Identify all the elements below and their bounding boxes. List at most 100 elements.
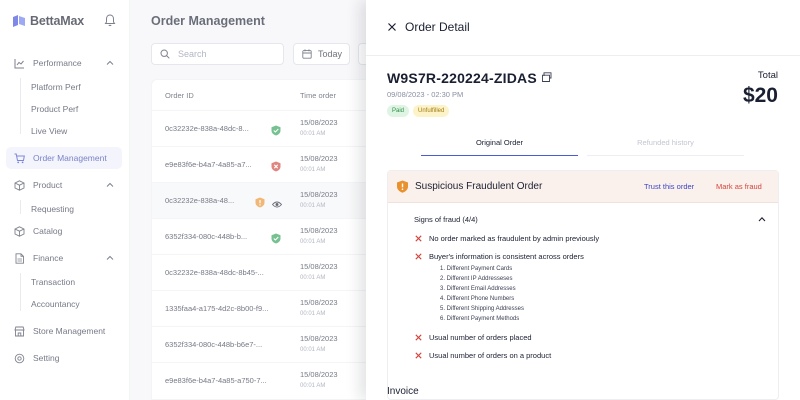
order-date-cell: 15/08/2023 bbox=[300, 298, 338, 307]
search-icon bbox=[160, 49, 170, 59]
gear-icon bbox=[14, 353, 25, 364]
sidebar-item-product-perf[interactable]: Product Perf bbox=[31, 104, 78, 114]
order-date-cell: 15/08/2023 bbox=[300, 154, 338, 163]
fraud-sign-text: Buyer's information is consistent across… bbox=[429, 252, 584, 261]
share-icon[interactable] bbox=[541, 71, 553, 83]
status-badge-unfulfilled: Unfulfilled bbox=[413, 105, 450, 117]
panel-title: Order Detail bbox=[405, 20, 470, 34]
trust-order-button[interactable]: Trust this order bbox=[644, 182, 694, 191]
order-time-cell: 00:01 AM bbox=[300, 275, 326, 281]
table-row[interactable]: e9e83f6e-b4a7-4a85-a7... 15/08/2023 00:01 … bbox=[152, 146, 366, 182]
order-date-cell: 15/08/2023 bbox=[300, 334, 338, 343]
search-input[interactable] bbox=[178, 49, 278, 59]
fraud-sign-text: Usual number of orders placed bbox=[429, 333, 532, 342]
orders-table: Order ID Time order 0c32232e-838a-48dc-8… bbox=[151, 79, 366, 400]
store-icon bbox=[14, 326, 25, 337]
table-row[interactable]: 0c32232e-838a-48... 15/08/2023 00:01 AM bbox=[152, 182, 366, 218]
sidebar: BettaMax Performance Platform Perf Produ… bbox=[0, 0, 130, 400]
total-label: Total bbox=[757, 70, 778, 81]
fraud-subitem: 3. Different Email Addresses bbox=[440, 286, 516, 292]
sidebar-item-catalog[interactable]: Catalog bbox=[6, 220, 122, 242]
search-box[interactable] bbox=[151, 43, 284, 65]
chevron-up-icon[interactable] bbox=[758, 216, 766, 222]
tree-line bbox=[20, 273, 21, 311]
column-header-time-order[interactable]: Time order bbox=[300, 80, 336, 110]
fraud-sign-text: No order marked as fraudulent by admin p… bbox=[429, 234, 600, 243]
fraud-subitem: 2. Different IP Addresseses bbox=[440, 276, 513, 282]
eye-icon[interactable] bbox=[271, 196, 283, 208]
table-row[interactable]: 6352f334-080c-448b-b... 15/08/2023 00:01 A… bbox=[152, 218, 366, 254]
fraud-subitem: 5. Different Shipping Addresses bbox=[440, 306, 524, 312]
sidebar-item-product[interactable]: Product bbox=[6, 174, 122, 196]
sidebar-item-store-management[interactable]: Store Management bbox=[6, 320, 122, 342]
order-date-cell: 15/08/2023 bbox=[300, 190, 338, 199]
order-time-cell: 00:01 AM bbox=[300, 203, 326, 209]
verified-shield-icon bbox=[271, 231, 281, 244]
tab-refunded-history[interactable]: Refunded history bbox=[587, 130, 744, 156]
sidebar-item-label: Catalog bbox=[33, 226, 63, 236]
document-icon bbox=[14, 252, 25, 264]
fraud-alert-card: Suspicious Fraudulent Order Trust this o… bbox=[387, 170, 779, 400]
table-row[interactable]: 6352f334-080c-448b-b6e7-... 15/08/2023 00:… bbox=[152, 326, 366, 362]
tree-line bbox=[20, 200, 21, 214]
warning-shield-icon bbox=[397, 180, 408, 193]
date-filter-label: Today bbox=[318, 49, 343, 59]
order-id-cell: 1335faa4-a175-4d2c-8b00-f9... bbox=[165, 304, 269, 313]
sidebar-item-platform-perf[interactable]: Platform Perf bbox=[31, 82, 81, 92]
order-time-cell: 00:01 AM bbox=[300, 131, 326, 137]
order-list-view: Order Management Today Order ID Time ord… bbox=[131, 0, 378, 400]
sidebar-item-transaction[interactable]: Transaction bbox=[31, 277, 75, 287]
order-id-cell: 0c32232e-838a-48... bbox=[165, 196, 235, 205]
verified-shield-icon bbox=[271, 123, 281, 136]
sidebar-item-accountancy[interactable]: Accountancy bbox=[31, 299, 80, 309]
tab-original-order[interactable]: Original Order bbox=[421, 130, 578, 156]
page-title: Order Management bbox=[151, 14, 265, 28]
table-row[interactable]: 0c32232e-838a-48dc-8... 15/08/2023 00:01 A… bbox=[152, 110, 366, 146]
order-time-cell: 00:01 AM bbox=[300, 167, 326, 173]
table-row[interactable]: 0c32232e-838a-48dc-8b45-... 15/08/2023 00:… bbox=[152, 254, 366, 290]
sidebar-item-label: Finance bbox=[33, 253, 64, 263]
chevron-up-icon bbox=[106, 60, 114, 65]
sidebar-item-label: Performance bbox=[33, 58, 82, 68]
order-time-cell: 00:01 AM bbox=[300, 311, 326, 317]
table-row[interactable]: e9e83f6e-b4a7-4a85-a750-7... 15/08/2023 00… bbox=[152, 362, 366, 398]
sidebar-item-requesting[interactable]: Requesting bbox=[31, 204, 74, 214]
sidebar-item-label: Product bbox=[33, 180, 63, 190]
bell-icon[interactable] bbox=[104, 14, 116, 27]
total-value: $20 bbox=[742, 84, 778, 107]
fraud-subitem: 1. Different Payment Cards bbox=[440, 266, 513, 272]
chart-icon bbox=[14, 58, 25, 69]
order-detail-panel: Order Detail W9S7R-220224-ZIDAS 09/08/20… bbox=[366, 0, 800, 400]
box-icon bbox=[14, 179, 25, 191]
fraud-alert-title: Suspicious Fraudulent Order bbox=[415, 181, 543, 192]
fraud-sign-item: Buyer's information is consistent across… bbox=[415, 252, 584, 261]
sidebar-item-performance[interactable]: Performance bbox=[6, 52, 122, 74]
invoice-heading: Invoice bbox=[387, 386, 419, 397]
close-icon[interactable] bbox=[387, 22, 397, 32]
order-date-cell: 15/08/2023 bbox=[300, 262, 338, 271]
order-date-cell: 15/08/2023 bbox=[300, 118, 338, 127]
column-header-order-id[interactable]: Order ID bbox=[165, 80, 194, 110]
fraud-sign-item: No order marked as fraudulent by admin p… bbox=[415, 234, 599, 243]
order-id-cell: 6352f334-080c-448b-b6e7-... bbox=[165, 340, 263, 349]
sidebar-item-label: Store Management bbox=[33, 326, 106, 336]
cart-icon bbox=[14, 153, 25, 164]
calendar-icon bbox=[302, 49, 312, 59]
brand-logo-icon bbox=[13, 15, 25, 27]
order-time-cell: 00:01 AM bbox=[300, 347, 326, 353]
order-time-cell: 00:01 AM bbox=[300, 383, 326, 389]
table-row[interactable]: 1335faa4-a175-4d2c-8b00-f9... 15/08/2023 0… bbox=[152, 290, 366, 326]
sidebar-item-setting[interactable]: Setting bbox=[6, 347, 122, 369]
catalog-icon bbox=[14, 225, 25, 237]
mark-fraud-button[interactable]: Mark as fraud bbox=[716, 182, 762, 191]
x-icon bbox=[415, 235, 422, 242]
panel-header: Order Detail bbox=[366, 0, 800, 56]
sidebar-item-live-view[interactable]: Live View bbox=[31, 126, 67, 136]
order-id-cell: 0c32232e-838a-48dc-8... bbox=[165, 124, 249, 133]
order-date-cell: 15/08/2023 bbox=[300, 370, 338, 379]
sidebar-item-finance[interactable]: Finance bbox=[6, 247, 122, 269]
x-icon bbox=[415, 352, 422, 359]
sidebar-item-order-management[interactable]: Order Management bbox=[6, 147, 122, 169]
date-filter-button[interactable]: Today bbox=[293, 43, 350, 65]
order-id: W9S7R-220224-ZIDAS bbox=[387, 70, 537, 86]
